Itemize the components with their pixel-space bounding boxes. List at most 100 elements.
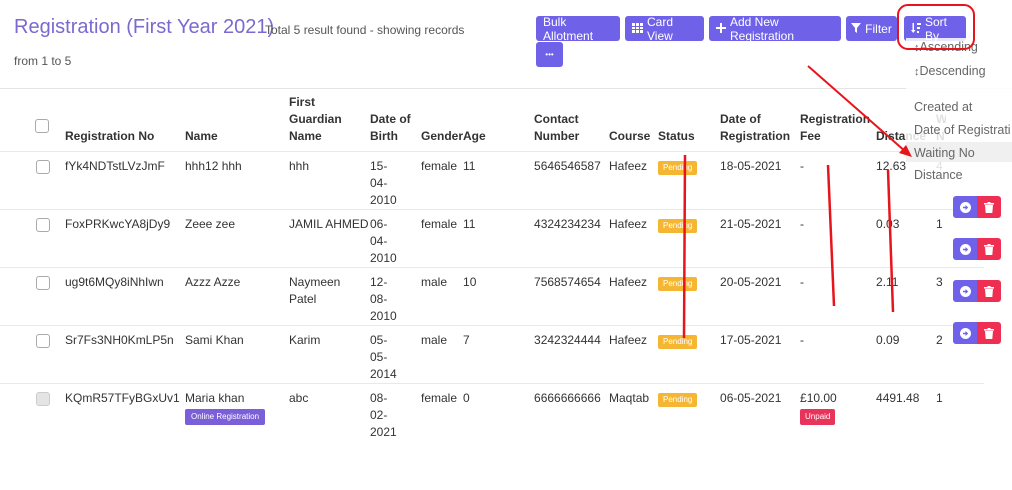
row-checkbox[interactable] <box>36 334 50 348</box>
cell-course: Maqtab <box>609 383 659 441</box>
card-view-button[interactable]: Card View <box>625 15 704 43</box>
delete-button[interactable] <box>977 280 1001 302</box>
col-dob[interactable]: Date of Birth <box>370 90 421 152</box>
col-date-registration[interactable]: Date of Registration <box>720 90 800 152</box>
add-new-label: Add New Registration <box>730 14 795 43</box>
grid-icon <box>632 22 643 36</box>
col-age[interactable]: Age <box>463 90 534 152</box>
cell-registration-no-value: FoxPRKwcYA8jDy9 <box>65 217 171 231</box>
result-summary: Total 5 result found - showing records <box>265 23 465 37</box>
cell-name: hhh12 hhh <box>185 151 289 210</box>
registration-table: Registration No Name First Guardian Name… <box>0 90 985 441</box>
arrow-right-circle-icon <box>959 327 971 339</box>
sort-ascending-label: Ascending <box>919 40 978 54</box>
row-checkbox[interactable] <box>36 392 50 406</box>
status-badge: Pending <box>658 161 698 175</box>
cell-date-registration: 21-05-2021 <box>720 209 801 268</box>
cell-name-value: Zeee zee <box>185 217 236 231</box>
sort-option-distance[interactable]: Distance <box>914 168 963 182</box>
cell-contact-value: 3242324444 <box>534 333 601 347</box>
table-row[interactable]: fYk4NDTstLVzJmF hhh12 hhh hhh 15-04-2010 fem… <box>0 151 985 210</box>
table-row[interactable]: KQmR57TFyBGxUv1 Maria khan Online Registra… <box>0 383 985 441</box>
cell-date-registration-value: 18-05-2021 <box>720 159 782 173</box>
cell-course-value: Hafeez <box>609 275 648 289</box>
sort-option-created-at[interactable]: Created at <box>914 100 972 114</box>
table-row[interactable]: Sr7Fs3NH0KmLP5n Sami Khan Karim 05-05-2014 m… <box>0 325 985 384</box>
cell-course-value: Hafeez <box>609 217 648 231</box>
cell-guardian-value: Naymeen Patel <box>289 275 341 306</box>
plus-icon <box>716 22 726 36</box>
cell-fee: - <box>800 151 877 210</box>
delete-button[interactable] <box>977 238 1001 260</box>
cell-gender-value: female <box>421 159 458 173</box>
cell-distance-value: 0.09 <box>876 333 900 347</box>
col-name[interactable]: Name <box>185 90 289 152</box>
col-contact[interactable]: Contact Number <box>534 90 609 152</box>
cell-age: 10 <box>463 267 535 326</box>
arrow-right-circle-icon <box>959 243 971 255</box>
sort-descending-label: Descending <box>919 64 986 78</box>
sort-option-waiting-no[interactable]: Waiting No <box>914 146 975 160</box>
cell-course: Hafeez <box>609 325 659 384</box>
cell-guardian: hhh <box>289 151 370 210</box>
select-all-checkbox[interactable] <box>35 119 49 133</box>
cell-course: Hafeez <box>609 151 659 210</box>
cell-distance: 2.11 <box>876 267 937 326</box>
cell-name: Maria khan Online Registration <box>185 383 289 441</box>
add-new-registration-button[interactable]: Add New Registration <box>709 14 841 43</box>
col-first-guardian[interactable]: First Guardian Name <box>289 90 370 152</box>
sort-option-ascending[interactable]: ↕Ascending <box>914 40 978 54</box>
trash-icon <box>984 201 994 213</box>
cell-registration-no-value: fYk4NDTstLVzJmF <box>65 159 165 173</box>
sort-option-date-registration[interactable]: Date of Registrati <box>914 123 1012 137</box>
delete-button[interactable] <box>977 196 1001 218</box>
col-status[interactable]: Status <box>658 90 720 152</box>
cell-waiting-no-value: 1 <box>936 391 943 405</box>
cell-gender: female <box>421 151 464 210</box>
col-course[interactable]: Course <box>609 90 658 152</box>
cell-contact: 5646546587 <box>534 151 610 210</box>
cell-age-value: 0 <box>463 391 470 405</box>
view-button[interactable] <box>953 280 977 302</box>
arrow-right-circle-icon <box>959 285 971 297</box>
view-button[interactable] <box>953 238 977 260</box>
cell-status: Pending <box>658 151 721 210</box>
row-checkbox[interactable] <box>36 218 50 232</box>
cell-dob-value: 15-04-2010 <box>370 159 397 207</box>
cell-contact-value: 6666666666 <box>534 391 601 405</box>
cell-fee: - <box>800 209 877 268</box>
cell-gender: female <box>421 383 464 441</box>
row-actions <box>953 280 1001 302</box>
cell-dob-value: 05-05-2014 <box>370 333 397 381</box>
col-gender[interactable]: Gender <box>421 90 463 152</box>
col-registration-fee[interactable]: Registration Fee <box>800 90 876 152</box>
row-checkbox[interactable] <box>36 160 50 174</box>
status-badge: Pending <box>658 277 698 291</box>
cell-waiting-no-value: 1 <box>936 217 943 231</box>
view-button[interactable] <box>953 196 977 218</box>
page-title: Registration (First Year 2021) <box>14 16 275 38</box>
cell-age-value: 11 <box>463 217 476 231</box>
table-row[interactable]: FoxPRKwcYA8jDy9 Zeee zee JAMIL AHMED 06-04-… <box>0 209 985 268</box>
cell-fee-value: £10.00 <box>800 391 837 405</box>
cell-status: Pending <box>658 267 721 326</box>
cell-dob: 05-05-2014 <box>370 325 421 384</box>
cell-course: Hafeez <box>609 267 659 326</box>
cell-distance: 0.09 <box>876 325 937 384</box>
online-registration-badge: Online Registration <box>185 409 266 425</box>
delete-button[interactable] <box>977 322 1001 344</box>
cell-age: 0 <box>463 383 535 441</box>
row-checkbox[interactable] <box>36 276 50 290</box>
sort-option-descending[interactable]: ↕Descending <box>914 64 986 78</box>
filter-button[interactable]: Filter <box>846 16 897 41</box>
cell-registration-no-value: ug9t6MQy8iNhIwn <box>65 275 164 289</box>
bulk-allotment-button[interactable]: Bulk Allotment <box>536 15 620 43</box>
row-actions <box>953 322 1001 344</box>
table-row[interactable]: ug9t6MQy8iNhIwn Azzz Azze Naymeen Patel 12-… <box>0 267 985 326</box>
col-contact-label: Contact Number <box>534 112 580 143</box>
more-options-button[interactable]: ••• <box>536 42 563 67</box>
cell-guardian-value: abc <box>289 391 309 405</box>
view-button[interactable] <box>953 322 977 344</box>
cell-gender-value: female <box>421 217 458 231</box>
col-registration-no[interactable]: Registration No <box>65 90 185 152</box>
